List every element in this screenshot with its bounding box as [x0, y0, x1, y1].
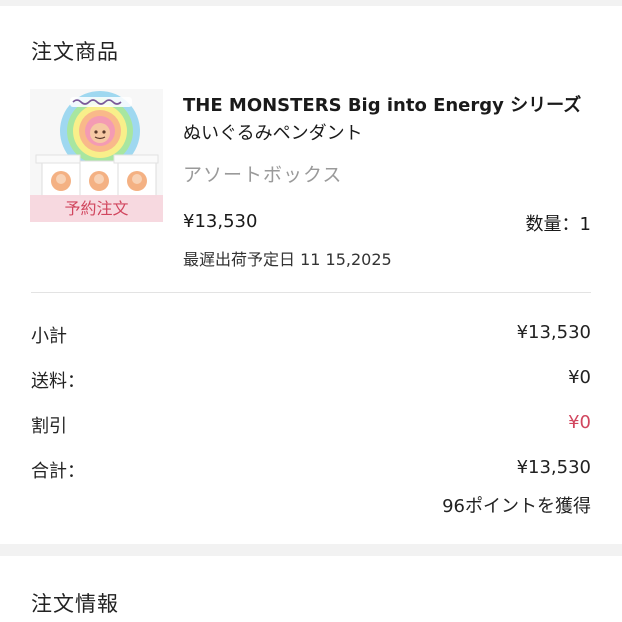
subtotal-value: ¥13,530	[516, 322, 591, 343]
order-items-card: 注文商品 予約注文 THE MONSTERS Big into Energy シ…	[0, 6, 622, 544]
subtotal-row: 小計 ¥13,530	[31, 322, 591, 348]
shipping-value: ¥0	[568, 367, 591, 388]
product-name-line1: THE MONSTERS Big into Energy シリーズ	[183, 95, 582, 116]
product-variant: アソートボックス	[183, 164, 343, 186]
total-label: 合計：	[31, 461, 85, 482]
discount-label: 割引	[31, 416, 67, 437]
order-items-title: 注文商品	[31, 40, 119, 64]
product-thumbnail[interactable]: 予約注文	[30, 89, 163, 222]
discount-row: 割引 ¥0	[31, 412, 591, 438]
shipping-row: 送料： ¥0	[31, 367, 591, 393]
latest-ship-date: 最遅出荷予定日 11 15,2025	[183, 250, 392, 269]
shipping-label: 送料：	[31, 371, 85, 392]
order-info-title: 注文情報	[31, 592, 119, 616]
product-quantity: 数量：1	[525, 214, 591, 235]
total-row: 合計： ¥13,530	[31, 457, 591, 483]
order-info-card: 注文情報	[0, 556, 622, 622]
subtotal-label: 小計	[31, 326, 67, 347]
preorder-badge: 予約注文	[30, 195, 163, 222]
total-value: ¥13,530	[516, 457, 591, 478]
divider	[31, 292, 591, 293]
product-price: ¥13,530	[183, 211, 258, 232]
product-name[interactable]: THE MONSTERS Big into Energy シリーズ ぬいぐるみペ…	[183, 92, 593, 148]
product-name-line2: ぬいぐるみペンダント	[183, 123, 363, 144]
points-earned: 96ポイントを獲得	[442, 496, 591, 517]
discount-value: ¥0	[568, 412, 591, 433]
